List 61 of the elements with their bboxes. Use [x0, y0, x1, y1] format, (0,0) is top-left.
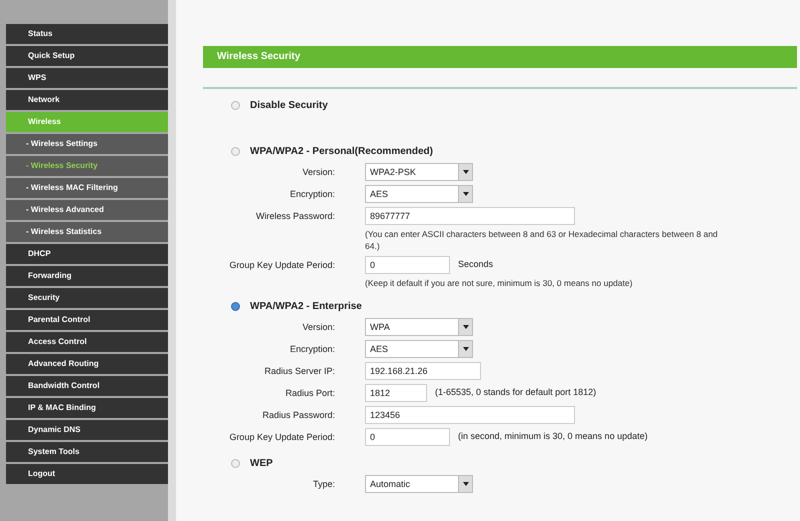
sidebar-item[interactable]: Advanced Routing	[6, 354, 168, 374]
field-label: Group Key Update Period:	[228, 431, 336, 444]
radio-button[interactable]	[231, 302, 240, 310]
caret-icon	[462, 347, 468, 351]
field-label: Radius Password:	[261, 409, 336, 422]
radio-button[interactable]	[231, 458, 240, 468]
sidebar-item[interactable]: Status	[6, 24, 168, 44]
sidebar-item[interactable]: Logout	[6, 464, 168, 484]
input-field[interactable]: 123456	[365, 406, 575, 424]
field-label: Type:	[312, 478, 336, 491]
input-field[interactable]: 0	[365, 428, 450, 446]
input-field[interactable]: 0	[365, 256, 450, 274]
section-title: WPA/WPA2 - Enterprise	[250, 300, 362, 314]
dropdown[interactable]: WPA2-PSK	[365, 163, 473, 181]
field-label: Version:	[301, 321, 336, 334]
field-hint: Seconds	[458, 258, 494, 272]
sidebar-item[interactable]: Bandwidth Control	[6, 376, 168, 396]
sidebar-item[interactable]: Forwarding	[6, 266, 168, 286]
field-hint: (in second, minimum is 30, 0 means no update)	[458, 430, 648, 444]
caret-icon	[462, 192, 468, 196]
sidebar-subitem[interactable]: - Wireless Statistics	[6, 222, 168, 242]
sidebar-item[interactable]: Dynamic DNS	[6, 420, 168, 440]
field-label: Encryption:	[288, 188, 336, 201]
input-field[interactable]: 1812	[365, 384, 427, 402]
input-field[interactable]: 192.168.21.26	[365, 362, 481, 380]
radio-button[interactable]	[231, 100, 240, 110]
input-field[interactable]: 89677777	[365, 207, 575, 225]
field-label: Group Key Update Period:	[228, 259, 336, 272]
field-note: (You can enter ASCII characters between 8 and 63 or Hexadecimal characters between 8 and 64.)	[365, 228, 719, 252]
caret-icon	[462, 325, 468, 329]
dropdown[interactable]: AES	[365, 185, 473, 203]
dropdown[interactable]: AES	[365, 340, 473, 358]
page-title: Wireless Security	[203, 46, 797, 68]
field-label: Encryption:	[288, 343, 336, 356]
sidebar-item[interactable]: Access Control	[6, 332, 168, 352]
sidebar-item[interactable]: Network	[6, 90, 168, 110]
sidebar-item[interactable]: System Tools	[6, 442, 168, 462]
caret-icon	[462, 170, 468, 174]
section-title: WPA/WPA2 - Personal(Recommended)	[250, 144, 433, 158]
field-note: (Keep it default if you are not sure, minimum is 30, 0 means no update)	[365, 277, 632, 289]
field-label: Radius Port:	[284, 387, 336, 400]
sidebar-item[interactable]: Parental Control	[6, 310, 168, 330]
sidebar-item[interactable]: Security	[6, 288, 168, 308]
radio-button[interactable]	[231, 146, 240, 156]
sidebar-item[interactable]: IP & MAC Binding	[6, 398, 168, 418]
sidebar-subitem[interactable]: - Wireless Advanced	[6, 200, 168, 220]
section-title: WEP	[250, 456, 273, 470]
sidebar-subitem[interactable]: - Wireless Settings	[6, 134, 168, 154]
field-label: Wireless Password:	[254, 210, 336, 223]
sidebar-item[interactable]: DHCP	[6, 244, 168, 264]
field-label: Radius Server IP:	[263, 365, 336, 378]
dropdown[interactable]: Automatic	[365, 475, 473, 493]
sidebar-item[interactable]: WPS	[6, 68, 168, 88]
field-hint: (1-65535, 0 stands for default port 1812)	[435, 386, 596, 400]
section-title: Disable Security	[250, 98, 328, 112]
sidebar-item[interactable]: Quick Setup	[6, 46, 168, 66]
field-label: Version:	[301, 166, 336, 179]
sidebar-subitem[interactable]: - Wireless Security	[6, 156, 168, 176]
caret-icon	[462, 482, 468, 486]
dropdown[interactable]: WPA	[365, 318, 473, 336]
sidebar-subitem[interactable]: - Wireless MAC Filtering	[6, 178, 168, 198]
